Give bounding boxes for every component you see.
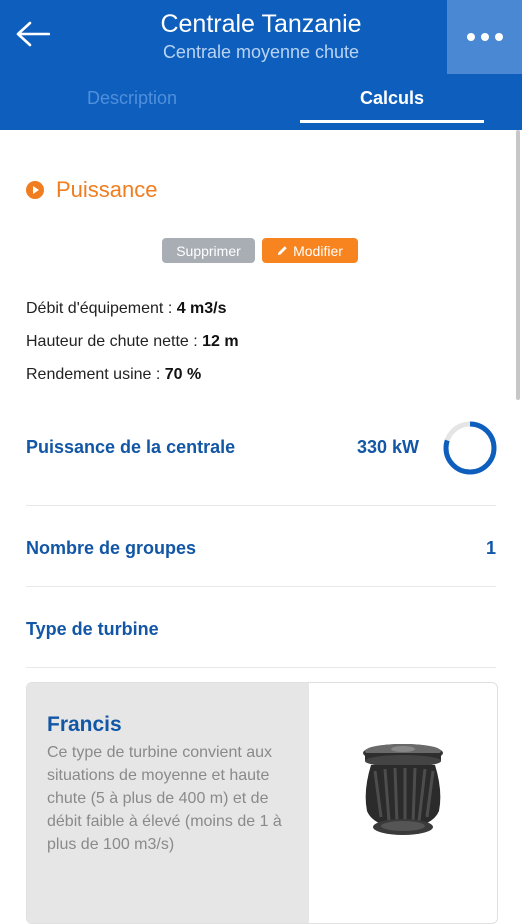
more-options-button[interactable] [447, 0, 522, 74]
param-efficiency: Rendement usine : 70 % [26, 366, 201, 384]
turbine-description: Ce type de turbine convient aux situatio… [47, 744, 282, 853]
param-label: Hauteur de chute nette : [26, 333, 203, 350]
param-label: Débit d'équipement : [26, 300, 177, 317]
page-title: Centrale Tanzanie [160, 10, 362, 38]
tab-description[interactable]: Description [32, 88, 232, 124]
divider [26, 667, 496, 668]
app-bar: Centrale Tanzanie Centrale moyenne chute… [0, 0, 522, 130]
divider [26, 586, 496, 587]
francis-turbine-image [363, 744, 443, 835]
active-tab-indicator [300, 120, 484, 123]
section-header: Puissance [26, 177, 158, 203]
turbine-card[interactable]: Francis Ce type de turbine convient aux … [26, 682, 498, 924]
param-flow-rate: Débit d'équipement : 4 m3/s [26, 300, 227, 318]
param-value: 70 % [164, 366, 202, 383]
divider [26, 505, 496, 506]
turbine-name: Francis [47, 713, 122, 736]
power-gauge [443, 421, 497, 475]
param-value: 4 m3/s [176, 300, 227, 317]
param-value: 12 m [202, 333, 239, 350]
turbine-type-label: Type de turbine [26, 619, 159, 639]
delete-button-label: Supprimer [176, 242, 241, 259]
tab-calculs[interactable]: Calculs [292, 88, 492, 124]
groups-label: Nombre de groupes [26, 538, 197, 558]
edit-button-label: Modifier [293, 242, 343, 259]
section-title: Puissance [56, 177, 158, 202]
turbine-card-info: Francis Ce type de turbine convient aux … [27, 683, 309, 923]
param-head-height: Hauteur de chute nette : 12 m [26, 333, 239, 351]
pencil-icon [278, 246, 287, 256]
delete-button[interactable]: Supprimer [162, 238, 255, 263]
edit-button[interactable]: Modifier [262, 238, 358, 263]
page-subtitle: Centrale moyenne chute [162, 42, 360, 62]
power-label: Puissance de la centrale [26, 437, 236, 457]
play-circle-icon [26, 181, 44, 199]
power-value: 330 kW [357, 437, 420, 457]
groups-value: 1 [486, 538, 497, 558]
scrollbar[interactable] [516, 130, 520, 400]
more-horizontal-icon [464, 33, 506, 41]
param-label: Rendement usine : [26, 366, 165, 383]
